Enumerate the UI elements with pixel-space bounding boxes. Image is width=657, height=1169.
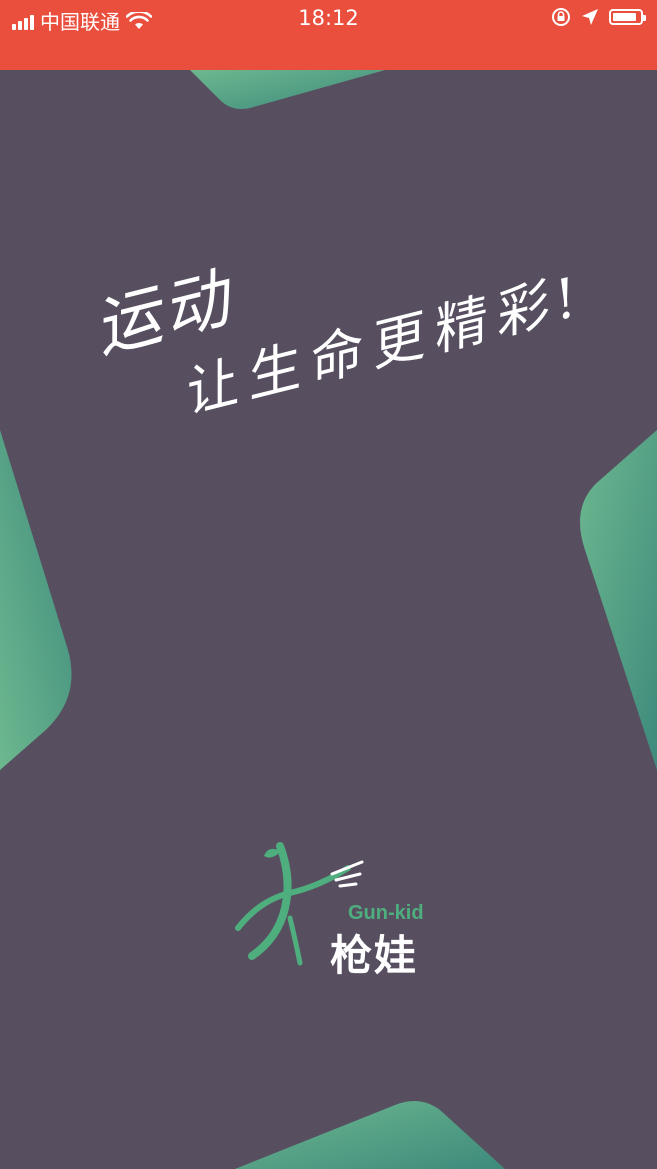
logo-chinese-text: 枪娃 xyxy=(330,931,419,980)
left-green-shape xyxy=(0,430,72,770)
bottom-green-shape xyxy=(235,1101,505,1169)
background-shapes xyxy=(0,70,657,1169)
top-green-shape xyxy=(190,70,385,109)
right-green-shape xyxy=(580,430,657,770)
